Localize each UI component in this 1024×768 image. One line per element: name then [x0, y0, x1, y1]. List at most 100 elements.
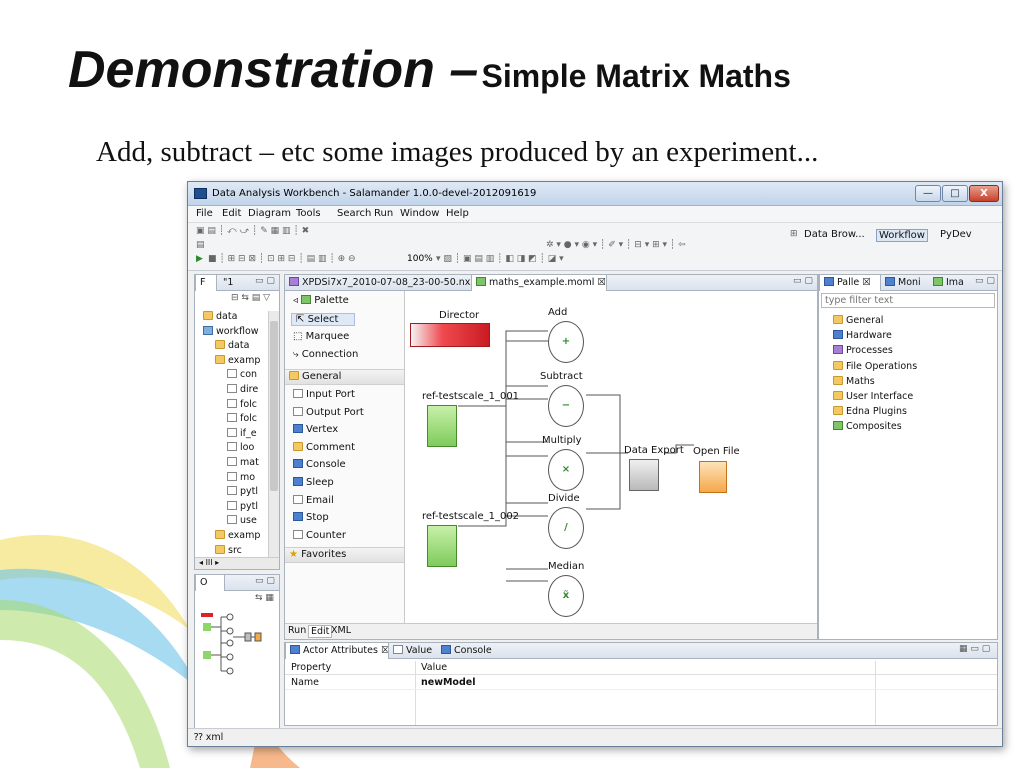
tab-console[interactable]: Console: [437, 643, 497, 659]
tree-toolbar-icons[interactable]: ⊟ ⇆ ▤ ▽: [231, 293, 270, 303]
tree-item[interactable]: pytl: [227, 486, 258, 497]
palette-tool-marquee[interactable]: ⬚ Marquee: [293, 331, 349, 342]
palette-item[interactable]: Email: [293, 494, 334, 506]
tool-icons-row[interactable]: ✲ ▾ ● ▾ ◉ ▾ ┊ ✐ ▾ ┊ ⊟ ▾ ⊞ ▾ ┊ ⇦: [546, 240, 686, 250]
tab-other[interactable]: "1: [219, 275, 237, 291]
tab-palette[interactable]: Palle ☒: [819, 275, 881, 291]
palette-tool-connection[interactable]: ⤷ Connection: [293, 349, 358, 360]
menu-search[interactable]: Search: [337, 208, 371, 219]
outline-thumbnail[interactable]: [201, 613, 277, 677]
tree-item[interactable]: data: [203, 311, 237, 322]
minimize-button[interactable]: —: [915, 185, 941, 202]
palette-item[interactable]: Comment: [293, 441, 355, 453]
tree-item[interactable]: mat: [227, 457, 259, 468]
tree-item[interactable]: data: [215, 340, 249, 351]
tab-image[interactable]: Ima: [929, 275, 969, 291]
director-node[interactable]: [410, 323, 490, 347]
tab-value[interactable]: Value: [389, 643, 437, 659]
tree-item[interactable]: src: [215, 544, 242, 556]
tree-item[interactable]: con: [227, 369, 257, 380]
tab-edit[interactable]: Edit: [308, 625, 333, 638]
source-1-node[interactable]: [427, 405, 457, 447]
menu-tools[interactable]: Tools: [296, 208, 321, 219]
attributes-view-controls[interactable]: ▦ ▭ ▢: [959, 644, 990, 654]
tree-item[interactable]: use: [227, 515, 257, 526]
minimize-view-icon[interactable]: ▭ ▢: [255, 276, 275, 286]
zoom-dropdown-icon[interactable]: ▾ ▨ ┊ ▣ ▤ ▥ ┊ ◧ ◨ ◩ ┊ ◪ ▾: [436, 254, 564, 264]
actor-category[interactable]: File Operations: [833, 360, 917, 372]
tab-moml-file[interactable]: maths_example.moml ☒: [471, 275, 607, 291]
menu-file[interactable]: File: [196, 208, 213, 219]
operation-node[interactable]: x̃: [548, 575, 584, 617]
tab-nxs-file[interactable]: XPDSi7x7_2010-07-08_23-00-50.nxs: [285, 275, 471, 291]
table-row[interactable]: Name newModel: [285, 676, 997, 690]
tree-item[interactable]: mo: [227, 471, 255, 483]
palette-section-general[interactable]: General: [285, 369, 404, 385]
palette-filter-input[interactable]: [821, 293, 995, 308]
palette-header[interactable]: ◃ Palette: [293, 295, 349, 306]
operation-node[interactable]: ×: [548, 449, 584, 491]
tab-run[interactable]: Run: [288, 625, 306, 636]
tab-monitor[interactable]: Moni: [881, 275, 929, 291]
palette-section-favorites[interactable]: ★ Favorites: [285, 547, 404, 563]
open-perspective-icon[interactable]: ⊞: [790, 229, 798, 239]
close-button[interactable]: X: [969, 185, 999, 202]
actor-category[interactable]: Edna Plugins: [833, 406, 907, 417]
actor-category[interactable]: Composites: [833, 421, 902, 432]
palette-item[interactable]: Counter: [293, 529, 346, 541]
perspective-pydev[interactable]: PyDev: [940, 229, 972, 240]
tree-scrollbar[interactable]: [268, 311, 279, 559]
menu-run[interactable]: Run: [374, 208, 393, 219]
tab-outline[interactable]: O: [195, 575, 225, 591]
tree-scroll-thumb[interactable]: [270, 321, 278, 491]
menu-diagram[interactable]: Diagram: [248, 208, 291, 219]
palette-item[interactable]: Input Port: [293, 389, 355, 400]
tree-item[interactable]: examp: [215, 530, 260, 541]
right-view-controls[interactable]: ▭ ▢: [975, 276, 995, 286]
operation-node[interactable]: −: [548, 385, 584, 427]
tree-hscroll-thumb[interactable]: III: [206, 558, 213, 567]
operation-node[interactable]: /: [548, 507, 584, 549]
perspective-workflow[interactable]: Workflow: [876, 229, 928, 242]
tree-item[interactable]: pytl: [227, 500, 258, 512]
property-value[interactable]: newModel: [421, 677, 475, 688]
perspective-data-browsing[interactable]: Data Brow...: [804, 229, 865, 240]
actor-category[interactable]: Processes: [833, 345, 893, 356]
palette-item[interactable]: Sleep: [293, 477, 334, 488]
menu-help[interactable]: Help: [446, 208, 469, 219]
tree-item[interactable]: dire: [227, 384, 258, 395]
tree-item[interactable]: workflow: [203, 325, 259, 337]
data-export-node[interactable]: [629, 459, 659, 491]
palette-item[interactable]: Vertex: [293, 424, 338, 435]
actor-category[interactable]: Maths: [833, 375, 875, 387]
menu-window[interactable]: Window: [400, 208, 439, 219]
outline-toolbar-icon[interactable]: ⇆ ▦: [255, 593, 274, 603]
maximize-button[interactable]: □: [942, 185, 968, 202]
tree-item[interactable]: folc: [227, 413, 257, 424]
tab-actor-attributes[interactable]: Actor Attributes ☒: [285, 643, 389, 659]
save-icon[interactable]: ▣ ▤ ┊ ⤺ ⤻ ┊ ✎ ▦ ▥ ┊ ✖: [196, 226, 309, 236]
actor-category[interactable]: General: [833, 315, 883, 326]
editor-view-controls[interactable]: ▭ ▢: [793, 276, 813, 286]
palette-item[interactable]: Output Port: [293, 406, 364, 418]
source-2-node[interactable]: [427, 525, 457, 567]
actor-category[interactable]: Hardware: [833, 330, 892, 341]
menu-edit[interactable]: Edit: [222, 208, 241, 219]
save-all-icon[interactable]: ▤: [196, 240, 205, 250]
tree-item[interactable]: loo: [227, 442, 254, 453]
zoom-value[interactable]: 100%: [407, 254, 433, 264]
tree-item[interactable]: folc: [227, 398, 257, 410]
actor-category[interactable]: User Interface: [833, 391, 913, 402]
open-file-node[interactable]: [699, 461, 727, 493]
palette-item[interactable]: Console: [293, 459, 346, 470]
palette-tool-select[interactable]: ⇱ Select: [291, 313, 355, 326]
run-icon[interactable]: ▶: [196, 254, 203, 264]
layout-icons[interactable]: ■ ┊ ⊞ ⊟ ⊠ ┊ ⊡ ⊞ ⊟ ┊ ▤ ▥ ┊ ⊕ ⊖: [208, 254, 356, 264]
tab-project[interactable]: F: [195, 275, 217, 291]
tree-item[interactable]: if_e: [227, 427, 257, 439]
tree-hscrollbar[interactable]: ◂ III ▸: [195, 557, 279, 569]
tab-xml[interactable]: XML: [331, 625, 351, 636]
palette-item[interactable]: Stop: [293, 512, 329, 523]
outline-view-controls[interactable]: ▭ ▢: [255, 576, 275, 586]
operation-node[interactable]: +: [548, 321, 584, 363]
